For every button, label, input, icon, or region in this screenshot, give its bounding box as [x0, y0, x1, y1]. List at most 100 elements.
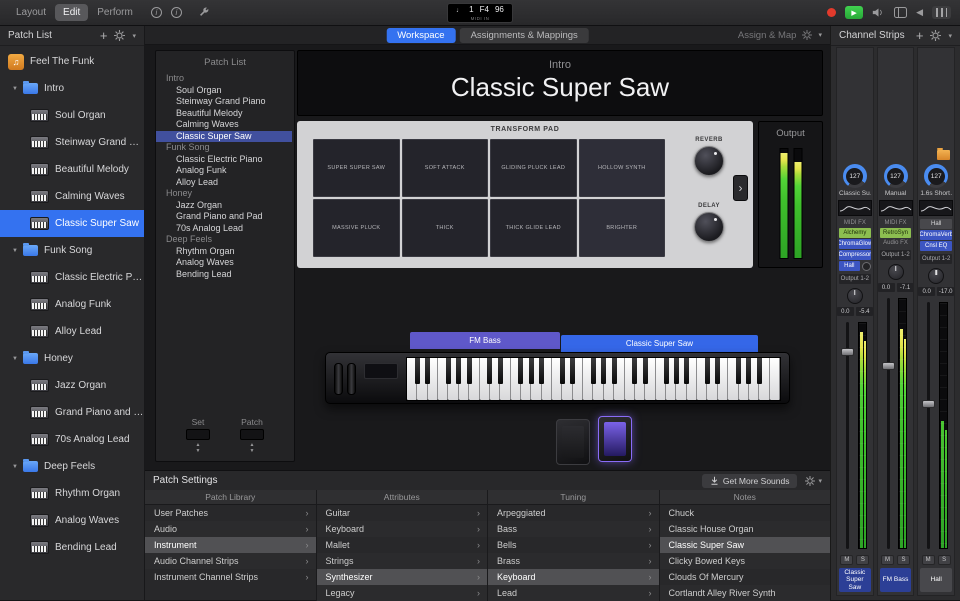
- library-item[interactable]: Clicky Bowed Keys: [660, 553, 831, 569]
- library-item[interactable]: Lead›: [488, 585, 659, 601]
- disclosure-triangle-icon[interactable]: ▼: [12, 248, 19, 254]
- plugin-slot[interactable]: ChromaGlow: [839, 239, 871, 249]
- library-item[interactable]: Arpeggiated›: [488, 505, 659, 521]
- library-item[interactable]: Clouds Of Mercury: [660, 569, 831, 585]
- output-slot[interactable]: Output 1-2: [839, 274, 871, 284]
- library-item[interactable]: Classic House Organ: [660, 521, 831, 537]
- library-item[interactable]: Audio Channel Strips›: [145, 553, 316, 569]
- set-row[interactable]: ▼Honey: [0, 345, 144, 372]
- mini-patch-name[interactable]: Bending Lead: [166, 269, 292, 281]
- get-more-sounds-button[interactable]: Get More Sounds: [702, 474, 798, 488]
- mini-patch-name[interactable]: Jazz Organ: [166, 200, 292, 212]
- solo-button[interactable]: S: [856, 555, 869, 565]
- help-icon[interactable]: i: [171, 7, 182, 18]
- library-item[interactable]: Chuck: [660, 505, 831, 521]
- patch-down-button[interactable]: ▼: [250, 448, 255, 454]
- patch-row[interactable]: Beautiful Melody: [0, 156, 144, 183]
- strip-name[interactable]: Classic Super Saw: [839, 568, 871, 592]
- patch-row[interactable]: Bending Lead: [0, 534, 144, 561]
- library-item[interactable]: Bass›: [488, 521, 659, 537]
- solo-button[interactable]: S: [938, 555, 951, 565]
- channel-setting-name[interactable]: Manual: [885, 190, 906, 197]
- plugin-slot[interactable]: Alchemy: [839, 228, 871, 238]
- add-patch-button[interactable]: +: [100, 31, 108, 41]
- tab-assignments-mappings[interactable]: Assignments & Mappings: [460, 28, 589, 43]
- transform-pad-cell[interactable]: SOFT ATTACK: [402, 139, 489, 197]
- black-key[interactable]: [674, 358, 679, 384]
- chevron-down-icon[interactable]: ▾: [818, 477, 822, 485]
- patch-row[interactable]: Rhythm Organ: [0, 480, 144, 507]
- next-panel-button[interactable]: ›: [733, 175, 748, 201]
- library-item[interactable]: Instrument›: [145, 537, 316, 553]
- black-key[interactable]: [446, 358, 451, 384]
- gear-icon[interactable]: [114, 30, 125, 41]
- settings-folder-icon[interactable]: [937, 150, 950, 160]
- black-key[interactable]: [601, 358, 606, 384]
- channel-strips-toggle[interactable]: [932, 6, 951, 19]
- strip-name[interactable]: FM Bass: [880, 568, 912, 592]
- send-slot[interactable]: Hall: [839, 261, 871, 271]
- strip-name[interactable]: Hall: [920, 568, 952, 592]
- eq-display[interactable]: [919, 200, 953, 216]
- chevron-down-icon[interactable]: ▾: [948, 32, 952, 40]
- patch-row[interactable]: 70s Analog Lead: [0, 426, 144, 453]
- transform-pad-cell[interactable]: SUPER SUPER SAW: [313, 139, 400, 197]
- library-item[interactable]: Legacy›: [317, 585, 488, 601]
- layout-mode-button[interactable]: Layout: [8, 4, 54, 21]
- library-item[interactable]: Mallet›: [317, 537, 488, 553]
- output-slot[interactable]: Output 1-2: [880, 250, 912, 260]
- channel-setting-name[interactable]: 1.6s Short…: [920, 190, 952, 197]
- pan-knob[interactable]: [888, 264, 904, 280]
- channel-setting-name[interactable]: Classic Su…: [839, 190, 871, 197]
- assign-map-button[interactable]: Assign & Map: [738, 30, 797, 41]
- mini-patch-name[interactable]: Classic Super Saw: [156, 131, 292, 143]
- info-icon[interactable]: i: [151, 7, 162, 18]
- library-item[interactable]: Strings›: [317, 553, 488, 569]
- mute-button[interactable]: M: [922, 555, 935, 565]
- back-arrow-icon[interactable]: ◀: [916, 7, 923, 18]
- concert-row[interactable]: ♫Feel The Funk: [0, 48, 144, 75]
- patch-row[interactable]: Grand Piano and Pad: [0, 399, 144, 426]
- black-key[interactable]: [518, 358, 523, 384]
- black-key[interactable]: [643, 358, 648, 384]
- plugin-slot[interactable]: RetroSyn: [880, 228, 912, 238]
- fader-cap[interactable]: [841, 348, 854, 356]
- mini-patch-name[interactable]: Grand Piano and Pad: [166, 211, 292, 223]
- black-key[interactable]: [425, 358, 430, 384]
- patch-row[interactable]: Steinway Grand Piano: [0, 129, 144, 156]
- fader-cap[interactable]: [922, 400, 935, 408]
- mini-patch-name[interactable]: Steinway Grand Piano: [166, 96, 292, 108]
- library-item[interactable]: Bells›: [488, 537, 659, 553]
- pan-knob[interactable]: [928, 268, 944, 284]
- patch-row[interactable]: Classic Super Saw: [0, 210, 144, 237]
- plugin-slot[interactable]: Compressor: [839, 250, 871, 260]
- add-channel-strip-button[interactable]: +: [916, 31, 924, 41]
- chevron-down-icon[interactable]: ▾: [818, 31, 822, 39]
- gear-icon[interactable]: [802, 30, 812, 40]
- mini-patch-name[interactable]: Soul Organ: [166, 85, 292, 97]
- set-row[interactable]: ▼Funk Song: [0, 237, 144, 264]
- set-down-button[interactable]: ▼: [196, 448, 201, 454]
- mini-set-name[interactable]: Honey: [166, 188, 292, 200]
- black-key[interactable]: [684, 358, 689, 384]
- black-key[interactable]: [664, 358, 669, 384]
- library-item[interactable]: Audio›: [145, 521, 316, 537]
- mini-patch-name[interactable]: Analog Waves: [166, 257, 292, 269]
- black-key[interactable]: [560, 358, 565, 384]
- tuner-wrench-icon[interactable]: [198, 7, 210, 19]
- disclosure-triangle-icon[interactable]: ▼: [12, 464, 19, 470]
- patch-row[interactable]: Calming Waves: [0, 183, 144, 210]
- plugin-slot[interactable]: ChromaVerb: [920, 230, 952, 240]
- eq-display[interactable]: [838, 200, 872, 216]
- perform-mode-button[interactable]: Perform: [89, 4, 141, 21]
- patch-row[interactable]: Alloy Lead: [0, 318, 144, 345]
- chevron-down-icon[interactable]: ▾: [132, 32, 136, 40]
- black-key[interactable]: [415, 358, 420, 384]
- black-key[interactable]: [612, 358, 617, 384]
- library-item[interactable]: User Patches›: [145, 505, 316, 521]
- mini-patch-name[interactable]: Analog Funk: [166, 165, 292, 177]
- mini-patch-name[interactable]: Calming Waves: [166, 119, 292, 131]
- black-key[interactable]: [715, 358, 720, 384]
- layer-fm-bass[interactable]: FM Bass: [410, 332, 560, 349]
- mini-patch-name[interactable]: 70s Analog Lead: [166, 223, 292, 235]
